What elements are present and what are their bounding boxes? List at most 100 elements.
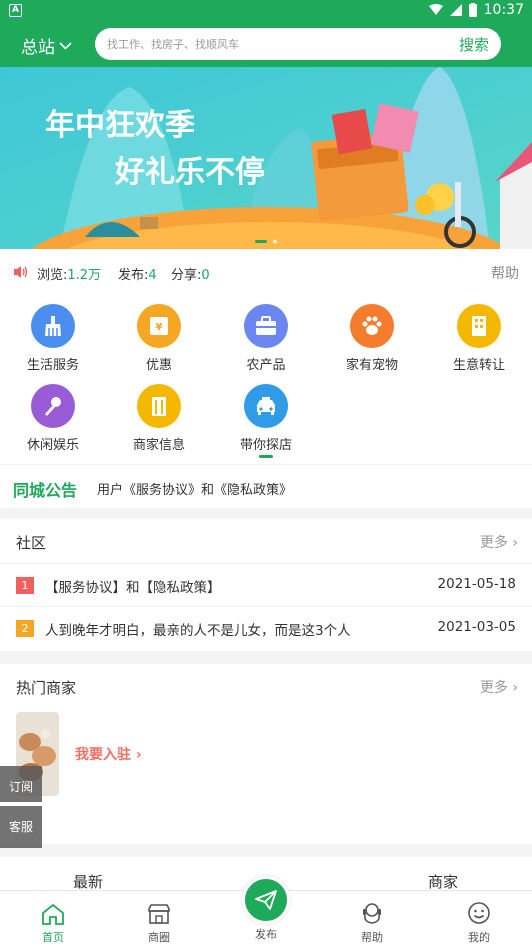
publish-button[interactable]	[242, 876, 290, 924]
join-merchant-link[interactable]: 我要入驻 ›	[75, 744, 142, 764]
rank-badge: 1	[16, 577, 34, 594]
views-stat: 浏览:1.2万	[37, 264, 101, 283]
category-page-indicator	[259, 455, 273, 458]
category-grid: 生活服务 ¥ 优惠 农产品 家有宠物 生意转让 休闲娱乐 商家信息 带你探店	[0, 294, 532, 464]
more-label: 更多	[479, 680, 508, 696]
svg-text:¥: ¥	[156, 322, 163, 333]
top-bar: 总站 搜索	[0, 22, 532, 67]
search-button[interactable]: 搜索	[459, 34, 489, 55]
category-label: 休闲娱乐	[26, 438, 79, 453]
more-label: 更多	[479, 535, 508, 551]
city-label: 总站	[21, 38, 55, 58]
briefcase-icon	[244, 304, 288, 348]
category-farm-products[interactable]: 农产品	[213, 304, 319, 373]
banner-illustration: 年中狂欢季 好礼乐不停	[0, 67, 532, 249]
building-icon	[457, 304, 501, 348]
banner-dot	[273, 239, 277, 244]
community-post[interactable]: 1 【服务协议】和【隐私政策】 2021-05-18	[0, 564, 532, 607]
home-icon	[23, 899, 83, 925]
category-label: 优惠	[145, 358, 172, 373]
nav-label: 帮助	[361, 931, 383, 944]
chevron-right-icon: ›	[512, 535, 518, 551]
stats-row: 浏览:1.2万 发布:4 分享:0 帮助	[0, 249, 532, 294]
chevron-right-icon: ›	[135, 747, 142, 763]
merchants-more-link[interactable]: 更多 ›	[480, 677, 518, 697]
broom-icon	[31, 304, 75, 348]
post-title: 人到晚年才明白，最亲的人不是儿女，而是这3个人	[45, 623, 351, 639]
nav-label: 首页	[42, 931, 64, 944]
status-time: 10:37	[483, 2, 524, 18]
category-label: 商家信息	[132, 438, 185, 453]
views-label: 浏览:	[37, 268, 68, 283]
post-date: 2021-03-05	[437, 619, 516, 635]
category-label: 生活服务	[26, 358, 79, 373]
nav-mine[interactable]: 我的	[449, 899, 509, 944]
car-icon	[244, 384, 288, 428]
category-merchant-info[interactable]: 商家信息	[106, 384, 212, 453]
shop-icon	[129, 899, 189, 925]
city-notice[interactable]: 同城公告 用户《服务协议》和《隐私政策》	[0, 464, 532, 508]
app-notification-icon: A	[9, 4, 22, 17]
status-bar: A 10:37	[0, 0, 532, 22]
publish-label: 发布	[255, 928, 277, 941]
help-link[interactable]: 帮助	[491, 263, 519, 283]
category-life-service[interactable]: 生活服务	[0, 304, 106, 373]
nav-label: 我的	[468, 931, 490, 944]
paw-icon	[350, 304, 394, 348]
shares-stat: 分享:0	[171, 264, 210, 283]
search-bar: 搜索	[95, 28, 501, 60]
shares-label: 分享:	[171, 268, 202, 283]
tab-latest[interactable]: 最新	[73, 871, 103, 892]
category-label: 带你探店	[239, 438, 292, 453]
headset-icon	[342, 899, 402, 925]
posts-label: 发布:	[118, 268, 149, 283]
banner-headline-2: 好礼乐不停	[114, 155, 265, 190]
signal-icon	[449, 4, 462, 16]
category-business-transfer[interactable]: 生意转让	[426, 304, 532, 373]
tab-merchant[interactable]: 商家	[428, 871, 458, 892]
category-label: 生意转让	[452, 358, 505, 373]
banner-headline-1: 年中狂欢季	[45, 108, 195, 143]
city-selector[interactable]: 总站	[21, 33, 72, 58]
post-title: 【服务协议】和【隐私政策】	[45, 580, 221, 596]
subscribe-button[interactable]: 订阅	[0, 766, 42, 802]
category-leisure[interactable]: 休闲娱乐	[0, 384, 106, 453]
community-post[interactable]: 2 人到晚年才明白，最亲的人不是儿女，而是这3个人 2021-03-05	[0, 607, 532, 650]
status-icons: 10:37	[428, 2, 524, 18]
paper-plane-icon	[255, 890, 277, 910]
notice-label: 同城公告	[13, 481, 78, 500]
category-store-visit[interactable]: 带你探店	[213, 384, 319, 453]
merchants-header: 热门商家 更多 ›	[0, 664, 532, 709]
category-pets[interactable]: 家有宠物	[319, 304, 425, 373]
category-discount[interactable]: ¥ 优惠	[106, 304, 212, 373]
category-label: 家有宠物	[345, 358, 398, 373]
nav-home[interactable]: 首页	[23, 899, 83, 944]
community-more-link[interactable]: 更多 ›	[480, 532, 518, 552]
merchants-title: 热门商家	[16, 679, 77, 697]
search-input[interactable]	[107, 35, 437, 53]
posts-value: 4	[148, 268, 157, 283]
nav-label: 商圈	[148, 931, 170, 944]
battery-icon	[468, 3, 477, 17]
banner-dot-active	[255, 240, 267, 243]
shares-value: 0	[201, 268, 210, 283]
join-label: 我要入驻	[75, 747, 131, 763]
customer-service-button[interactable]: 客服	[0, 806, 42, 848]
promo-banner[interactable]: 年中狂欢季 好礼乐不停	[0, 67, 532, 249]
nav-help[interactable]: 帮助	[342, 899, 402, 944]
smiley-icon	[449, 899, 509, 925]
ticket-icon: ¥	[137, 304, 181, 348]
views-value: 1.2万	[67, 268, 102, 283]
chevron-right-icon: ›	[512, 680, 518, 696]
rank-badge: 2	[16, 620, 34, 637]
chevron-down-icon	[59, 41, 72, 50]
category-label: 农产品	[246, 358, 286, 373]
community-section: 社区 更多 › 1 【服务协议】和【隐私政策】 2021-05-18 2 人到晚…	[0, 519, 532, 651]
hot-merchants-section: 热门商家 更多 › 我要入驻 ›	[0, 664, 532, 844]
nav-circle[interactable]: 商圈	[129, 899, 189, 944]
post-date: 2021-05-18	[437, 576, 516, 592]
app-root: A 10:37 总站 搜索	[0, 0, 532, 944]
store-icon	[137, 384, 181, 428]
speaker-icon	[14, 266, 28, 278]
notice-text[interactable]: 用户《服务协议》和《隐私政策》	[97, 479, 292, 498]
